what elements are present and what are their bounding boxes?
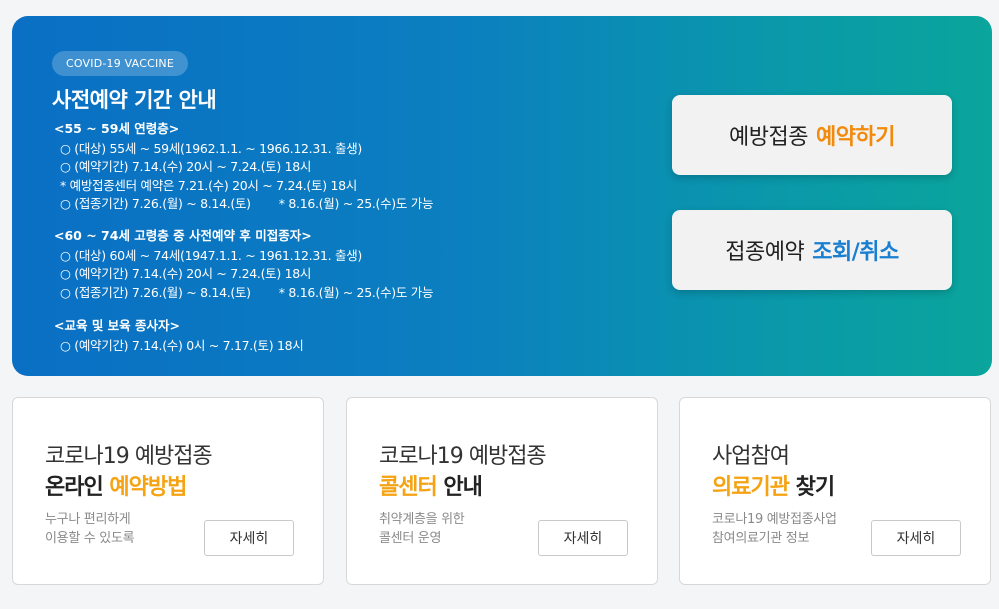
- info-line: ○ (예약기간) 7.14.(수) 20시 ~ 7.24.(토) 18시: [60, 266, 312, 281]
- reserve-vaccination-button[interactable]: 예방접종 예약하기: [672, 95, 952, 175]
- lookup-cancel-button[interactable]: 접종예약 조회/취소: [672, 210, 952, 290]
- desc-line: 참여의료기관 정보: [712, 531, 810, 546]
- vaccine-info-banner: COVID-19 VACCINE 사전예약 기간 안내 <55 ~ 59세 연령…: [12, 16, 992, 376]
- desc-line: 콜센터 운영: [379, 531, 442, 546]
- card-title: 코로나19 예방접종: [379, 444, 547, 469]
- lookup-prefix: 접종예약: [725, 240, 805, 265]
- subtitle-highlight: 의료기관: [712, 475, 790, 500]
- subtitle-highlight: 예약방법: [109, 475, 187, 500]
- desc-line: 코로나19 예방접종사업: [712, 512, 837, 527]
- card-description: 누구나 편리하게 이용할 수 있도록: [45, 510, 135, 548]
- card-description: 코로나19 예방접종사업 참여의료기관 정보: [712, 510, 837, 548]
- details-button[interactable]: 자세히: [204, 520, 294, 556]
- group-title: <교육 및 보육 종사자>: [54, 318, 181, 333]
- details-button[interactable]: 자세히: [871, 520, 961, 556]
- info-line: ○ (접종기간) 7.26.(월) ~ 8.14.(토) * 8.16.(월) ~…: [54, 195, 433, 214]
- subtitle-plain: 온라인: [45, 475, 110, 500]
- card-title: 사업참여: [712, 444, 790, 469]
- card-subtitle: 온라인 예약방법: [45, 469, 187, 501]
- call-center-card: 코로나19 예방접종 콜센터 안내 취약계층을 위한 콜센터 운영 자세히: [346, 397, 658, 585]
- info-line: ○ (예약기간) 7.14.(수) 20시 ~ 7.24.(토) 18시: [60, 159, 312, 174]
- card-description: 취약계층을 위한 콜센터 운영: [379, 510, 465, 548]
- desc-line: 취약계층을 위한: [379, 512, 465, 527]
- period-text: ○ (접종기간) 7.26.(월) ~ 8.14.(토): [60, 196, 251, 211]
- desc-line: 누구나 편리하게: [45, 512, 131, 527]
- subtitle-suffix: 안내: [436, 475, 482, 500]
- card-subtitle: 의료기관 찾기: [712, 469, 835, 501]
- info-line: ○ (접종기간) 7.26.(월) ~ 8.14.(토) * 8.16.(월) ~…: [54, 284, 433, 303]
- lookup-accent: 조회/취소: [812, 240, 899, 265]
- extra-note: * 8.16.(월) ~ 25.(수)도 가능: [278, 196, 434, 211]
- info-line: ○ (대상) 55세 ~ 59세(1962.1.1. ~ 1966.12.31.…: [60, 140, 362, 156]
- info-line: * 예방접종센터 예약은 7.21.(수) 20시 ~ 7.24.(토) 18시: [60, 177, 357, 193]
- extra-note: * 8.16.(월) ~ 25.(수)도 가능: [278, 284, 434, 300]
- card-subtitle: 콜센터 안내: [379, 469, 483, 501]
- age-60-74-group: <60 ~ 74세 고령층 중 사전예약 후 미접종자> ○ (대상) 60세 …: [54, 227, 433, 302]
- group-title: <55 ~ 59세 연령층>: [54, 121, 180, 136]
- info-line: ○ (예약기간) 7.14.(수) 0시 ~ 7.17.(토) 18시: [60, 337, 304, 353]
- banner-title: 사전예약 기간 안내: [52, 88, 217, 112]
- desc-line: 이용할 수 있도록: [45, 531, 135, 546]
- online-reservation-card: 코로나19 예방접종 온라인 예약방법 누구나 편리하게 이용할 수 있도록 자…: [12, 397, 324, 585]
- details-button[interactable]: 자세히: [538, 520, 628, 556]
- age-55-59-group: <55 ~ 59세 연령층> ○ (대상) 55세 ~ 59세(1962.1.1…: [54, 120, 433, 214]
- info-line: ○ (대상) 60세 ~ 74세(1947.1.1. ~ 1961.12.31.…: [60, 247, 362, 263]
- covid-vaccine-badge: COVID-19 VACCINE: [52, 51, 188, 76]
- reserve-accent: 예약하기: [816, 125, 895, 150]
- group-title: <60 ~ 74세 고령층 중 사전예약 후 미접종자>: [54, 228, 312, 243]
- find-clinic-card: 사업참여 의료기관 찾기 코로나19 예방접종사업 참여의료기관 정보 자세히: [679, 397, 991, 585]
- subtitle-highlight: 콜센터: [379, 475, 438, 500]
- card-title: 코로나19 예방접종: [45, 444, 213, 469]
- education-childcare-group: <교육 및 보육 종사자> ○ (예약기간) 7.14.(수) 0시 ~ 7.1…: [54, 317, 304, 355]
- subtitle-suffix: 찾기: [788, 475, 835, 500]
- reserve-prefix: 예방접종: [729, 125, 808, 150]
- period-text: ○ (접종기간) 7.26.(월) ~ 8.14.(토): [60, 284, 251, 300]
